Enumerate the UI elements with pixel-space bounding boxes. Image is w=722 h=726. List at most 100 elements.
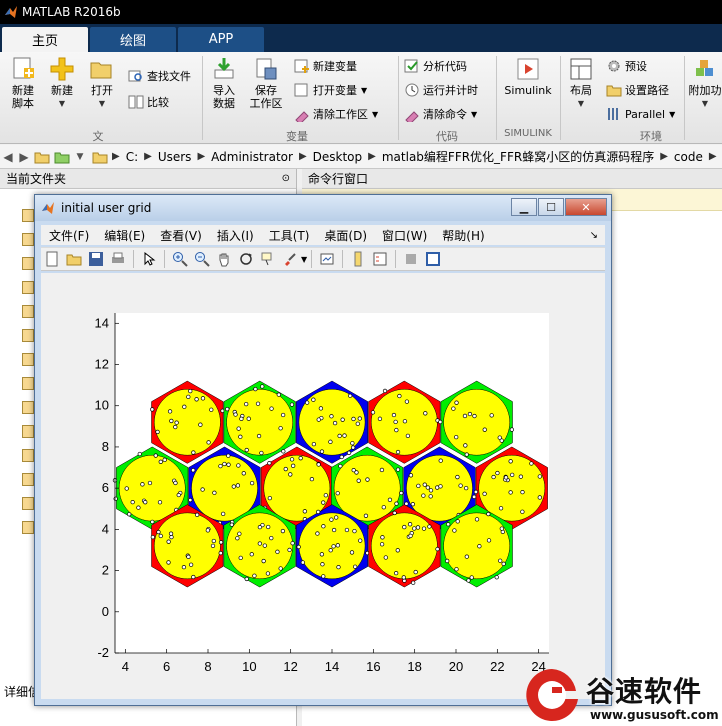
panel-actions-icon[interactable]: ⊙ (282, 173, 290, 184)
file-icon[interactable] (22, 305, 34, 318)
new-dropdown-icon: ▼ (58, 99, 66, 108)
history-dropdown-icon[interactable]: ▼ (72, 152, 88, 162)
file-icon[interactable] (22, 329, 34, 342)
menu-file[interactable]: 文件(F) (49, 227, 89, 244)
file-icon[interactable] (22, 353, 34, 366)
breadcrumb-administrator[interactable]: Administrator (211, 150, 293, 164)
minimize-button[interactable]: ▁ (511, 198, 537, 216)
y-tick-label: 12 (95, 357, 109, 372)
up-folder-icon[interactable] (34, 150, 50, 164)
addons-label: 附加功 (688, 84, 722, 97)
rotate-3d-icon[interactable] (237, 250, 255, 268)
open-button[interactable]: 打开 ▼ (86, 56, 118, 110)
save-icon[interactable] (87, 250, 105, 268)
user-point (495, 470, 500, 476)
breadcrumb-drive[interactable]: C: (126, 150, 138, 164)
menu-insert[interactable]: 插入(I) (217, 227, 254, 244)
brush-dropdown-icon[interactable]: ▼ (301, 255, 307, 264)
user-point (399, 490, 404, 496)
new-script-button[interactable]: 新建 脚本 (6, 56, 40, 110)
file-icon[interactable] (22, 281, 34, 294)
tab-plots[interactable]: 绘图 (90, 27, 176, 52)
menu-view[interactable]: 查看(V) (160, 227, 202, 244)
file-icon[interactable] (22, 377, 34, 390)
current-folder-header: 当前文件夹 ⊙ (0, 169, 296, 189)
menu-help[interactable]: 帮助(H) (442, 227, 484, 244)
user-point (438, 419, 443, 425)
y-tick-label: 6 (102, 480, 109, 495)
new-label: 新建 (51, 84, 73, 97)
user-point (331, 527, 337, 533)
data-cursor-icon[interactable] (259, 250, 277, 268)
simulink-button[interactable]: Simulink (502, 56, 554, 97)
tab-apps[interactable]: APP (178, 27, 264, 52)
new-button[interactable]: 新建 ▼ (46, 56, 78, 110)
breadcrumb-users[interactable]: Users (158, 150, 192, 164)
breadcrumb-desktop[interactable]: Desktop (313, 150, 363, 164)
zoom-out-icon[interactable] (193, 250, 211, 268)
file-icon[interactable] (22, 233, 34, 246)
user-point (305, 400, 310, 405)
open-file-icon[interactable] (65, 250, 83, 268)
breadcrumb-code[interactable]: code (674, 150, 703, 164)
compare-button[interactable]: 比较 (128, 92, 169, 112)
clear-commands-button[interactable]: 清除命令 ▼ (404, 104, 477, 124)
brush-icon[interactable] (281, 250, 299, 268)
browse-folder-icon[interactable] (54, 150, 70, 164)
show-plot-tools-icon[interactable] (424, 250, 442, 268)
pan-hand-icon[interactable] (215, 250, 233, 268)
menu-window[interactable]: 窗口(W) (382, 227, 427, 244)
user-point (218, 540, 224, 545)
user-point (229, 522, 234, 527)
hide-plot-tools-icon[interactable] (402, 250, 420, 268)
toolbar-separator (311, 250, 313, 268)
find-files-button[interactable]: 查找文件 (128, 66, 191, 86)
figure-canvas[interactable]: 4 6 8 10 12 14 16 18 20 22 24 -2 0 2 4 6 8 10 12 14 (41, 273, 605, 699)
menu-edit[interactable]: 编辑(E) (104, 227, 145, 244)
breadcrumb-project-folder[interactable]: matlab编程FFR优化_FFR蜂窝小区的仿真源码程序 (382, 148, 654, 165)
user-point (275, 549, 280, 554)
file-icon[interactable] (22, 257, 34, 270)
layout-button[interactable]: 布局 ▼ (566, 56, 596, 110)
file-icon[interactable] (22, 449, 34, 462)
save-workspace-button[interactable]: 保存 工作区 (246, 56, 286, 110)
user-point (363, 513, 369, 518)
analyze-code-button[interactable]: 分析代码 (404, 56, 467, 76)
user-point (200, 487, 205, 492)
figure-title-bar[interactable]: initial user grid ▁ ☐ ✕ (35, 195, 611, 221)
zoom-in-icon[interactable] (171, 250, 189, 268)
print-icon[interactable] (109, 250, 127, 268)
new-figure-icon[interactable] (43, 250, 61, 268)
edit-plot-arrow-icon[interactable] (140, 250, 158, 268)
menu-tools[interactable]: 工具(T) (269, 227, 310, 244)
tab-home[interactable]: 主页 (2, 27, 88, 52)
user-point (174, 420, 179, 425)
new-variable-button[interactable]: 新建变量 (294, 56, 357, 76)
user-point (427, 524, 432, 529)
maximize-button[interactable]: ☐ (538, 198, 564, 216)
file-icon[interactable] (22, 497, 34, 510)
addons-button[interactable]: 附加功 ▼ (688, 56, 722, 110)
insert-colorbar-icon[interactable] (349, 250, 367, 268)
file-icon[interactable] (22, 521, 34, 534)
run-and-time-button[interactable]: 运行并计时 (404, 80, 478, 100)
file-icon[interactable] (22, 209, 34, 222)
link-plot-icon[interactable] (318, 250, 336, 268)
menu-desktop[interactable]: 桌面(D) (324, 227, 367, 244)
back-arrow-icon[interactable]: ◀ (0, 150, 16, 164)
menu-dock-icon[interactable]: ↘ (590, 230, 598, 241)
file-icon[interactable] (22, 401, 34, 414)
hexagon-grid-plot[interactable]: 4 6 8 10 12 14 16 18 20 22 24-202468101214 (41, 273, 605, 699)
clear-workspace-button[interactable]: 清除工作区 ▼ (294, 104, 378, 124)
set-path-button[interactable]: 设置路径 (606, 80, 669, 100)
file-icon[interactable] (22, 473, 34, 486)
close-button[interactable]: ✕ (565, 198, 607, 216)
parallel-button[interactable]: Parallel ▼ (606, 104, 675, 124)
import-data-button[interactable]: 导入 数据 (206, 56, 242, 110)
insert-legend-icon[interactable] (371, 250, 389, 268)
file-icon[interactable] (22, 425, 34, 438)
preferences-button[interactable]: 预设 (606, 56, 647, 76)
user-point (520, 509, 525, 514)
forward-arrow-icon[interactable]: ▶ (16, 150, 32, 164)
open-variable-button[interactable]: 打开变量 ▼ (294, 80, 367, 100)
